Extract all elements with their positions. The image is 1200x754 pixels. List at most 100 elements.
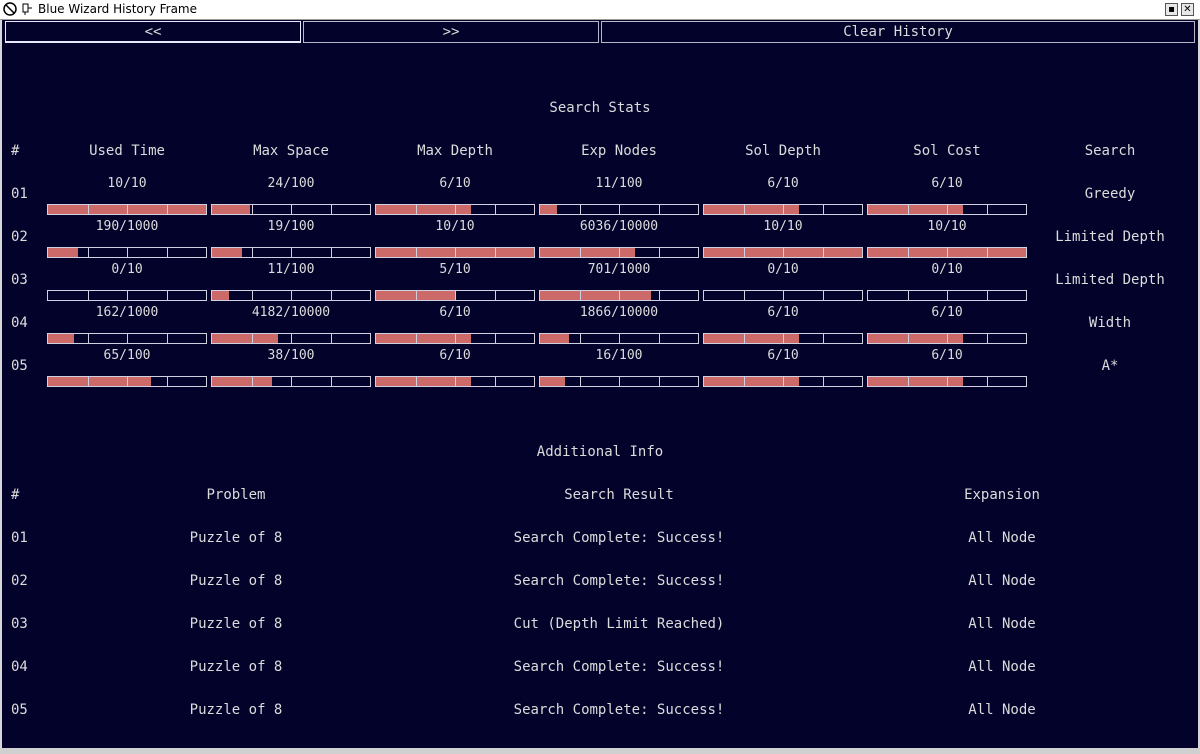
progress-bar — [375, 333, 535, 344]
window-border-left — [0, 20, 2, 754]
info-row-number: 01 — [11, 530, 28, 546]
progress-bar — [47, 376, 207, 387]
progress-tick — [494, 377, 496, 386]
progress-bar — [539, 333, 699, 344]
search-method-label: Limited Depth — [1055, 229, 1165, 245]
progress-tick — [251, 334, 253, 343]
progress-bar — [539, 290, 699, 301]
expansion-cell: All Node — [968, 616, 1036, 632]
progress-tick — [907, 205, 909, 214]
progress-tick — [822, 248, 824, 257]
progress-fill — [376, 205, 471, 214]
progress-tick — [947, 248, 948, 257]
progress-fill — [540, 205, 558, 214]
progress-tick — [579, 291, 581, 300]
window-title: Blue Wizard History Frame — [38, 2, 198, 16]
progress-tick — [415, 248, 417, 257]
progress-bar — [211, 204, 371, 215]
stat-value-label: 10/10 — [763, 219, 803, 234]
progress-tick — [251, 377, 253, 386]
progress-tick — [127, 377, 128, 386]
pin-icon[interactable] — [22, 3, 33, 16]
stat-value-label: 16/100 — [595, 348, 643, 363]
progress-bar — [703, 333, 863, 344]
progress-fill — [48, 248, 79, 257]
problem-cell: Puzzle of 8 — [189, 573, 283, 589]
stat-value-label: 0/10 — [931, 262, 963, 277]
stat-value-label: 6/10 — [767, 305, 799, 320]
progress-fill — [704, 334, 799, 343]
stat-value-label: 19/100 — [267, 219, 315, 234]
minimize-button[interactable]: ▪ — [1165, 3, 1178, 16]
progress-tick — [579, 334, 581, 343]
progress-tick — [330, 205, 332, 214]
progress-tick — [127, 291, 128, 300]
progress-bar — [703, 247, 863, 258]
progress-tick — [579, 205, 581, 214]
progress-bar — [867, 204, 1027, 215]
progress-tick — [251, 205, 253, 214]
stat-value-label: 5/10 — [439, 262, 471, 277]
stat-value-label: 6/10 — [767, 176, 799, 191]
window-border-bottom — [0, 748, 1200, 754]
stats-row-number: 03 — [11, 272, 28, 288]
progress-tick — [87, 291, 89, 300]
next-button[interactable]: >> — [303, 21, 599, 43]
progress-tick — [87, 205, 89, 214]
progress-tick — [658, 377, 660, 386]
search-result-cell: Cut (Depth Limit Reached) — [513, 616, 725, 632]
progress-bar — [867, 290, 1027, 301]
progress-tick — [619, 205, 620, 214]
progress-fill — [48, 334, 74, 343]
progress-tick — [166, 334, 168, 343]
progress-tick — [330, 377, 332, 386]
progress-tick — [415, 377, 417, 386]
progress-tick — [127, 205, 128, 214]
progress-tick — [986, 377, 988, 386]
progress-fill — [212, 334, 279, 343]
progress-tick — [415, 291, 417, 300]
progress-tick — [291, 334, 292, 343]
previous-button[interactable]: << — [5, 21, 301, 43]
progress-tick — [166, 291, 168, 300]
progress-tick — [743, 377, 745, 386]
clear-history-button[interactable]: Clear History — [601, 21, 1195, 43]
progress-fill — [212, 377, 273, 386]
problem-cell: Puzzle of 8 — [189, 616, 283, 632]
stat-value-label: 6/10 — [439, 305, 471, 320]
expansion-cell: All Node — [968, 659, 1036, 675]
progress-tick — [455, 205, 456, 214]
progress-tick — [415, 205, 417, 214]
progress-tick — [907, 248, 909, 257]
stats-header-search: Search — [1084, 143, 1136, 159]
info-header-number: # — [11, 487, 20, 503]
progress-tick — [619, 334, 620, 343]
progress-tick — [291, 377, 292, 386]
stat-value-label: 10/10 — [435, 219, 475, 234]
search-stats-title: Search Stats — [549, 100, 651, 116]
progress-bar — [211, 290, 371, 301]
progress-tick — [494, 248, 496, 257]
progress-tick — [986, 334, 988, 343]
progress-fill — [212, 248, 243, 257]
stat-value-label: 6/10 — [931, 348, 963, 363]
progress-tick — [783, 205, 784, 214]
progress-tick — [330, 248, 332, 257]
close-button[interactable]: ✕ — [1181, 3, 1194, 16]
window-titlebar[interactable]: Blue Wizard History Frame ▪ ✕ — [0, 0, 1200, 20]
progress-tick — [166, 377, 168, 386]
progress-tick — [291, 205, 292, 214]
stats-header-sol-depth: Sol Depth — [745, 143, 821, 159]
progress-tick — [291, 248, 292, 257]
stats-header-used-time: Used Time — [89, 143, 165, 159]
stat-value-label: 10/10 — [107, 176, 147, 191]
stat-value-label: 0/10 — [111, 262, 143, 277]
progress-bar — [539, 247, 699, 258]
progress-tick — [783, 334, 784, 343]
progress-tick — [579, 377, 581, 386]
progress-tick — [947, 334, 948, 343]
progress-tick — [455, 291, 456, 300]
problem-cell: Puzzle of 8 — [189, 659, 283, 675]
stat-value-label: 38/100 — [267, 348, 315, 363]
progress-tick — [494, 205, 496, 214]
